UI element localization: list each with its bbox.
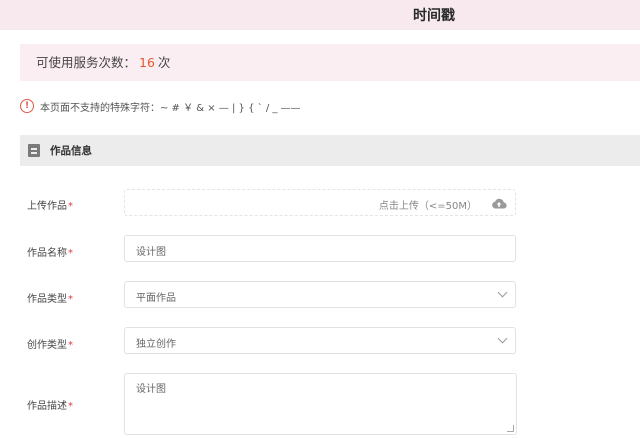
description-textarea[interactable]: 设计图 <box>124 373 517 435</box>
chevron-down-icon <box>497 333 508 344</box>
type-select-value: 平面作品 <box>136 293 176 304</box>
service-count-banner: 可使用服务次数： 16 次 <box>20 44 640 81</box>
creation-type-label: 创作类型* <box>27 340 73 351</box>
special-chars-notice: ! 本页面不支持的特殊字符：~ # ￥ & × — | } { ` / _ —— <box>20 97 301 115</box>
description-textarea-value: 设计图 <box>136 384 166 395</box>
creation-type-select-value: 独立创作 <box>136 339 176 350</box>
description-label: 作品描述* <box>27 401 73 412</box>
upload-hint: 点击上传（<=50M） <box>378 201 477 212</box>
document-icon <box>28 144 40 157</box>
section-title: 作品信息 <box>50 145 92 157</box>
top-bar: 时间戳 <box>0 0 640 30</box>
creation-type-select[interactable]: 独立创作 <box>124 327 516 354</box>
name-label: 作品名称* <box>27 248 73 259</box>
type-select[interactable]: 平面作品 <box>124 281 516 308</box>
info-icon: ! <box>20 99 34 113</box>
resize-handle[interactable] <box>507 425 514 432</box>
name-input[interactable]: 设计图 <box>124 235 516 262</box>
cloud-upload-icon <box>492 198 507 209</box>
service-count-unit: 次 <box>157 55 171 70</box>
notice-text: 本页面不支持的特殊字符：~ # ￥ & × — | } { ` / _ —— <box>40 102 301 114</box>
page-title: 时间戳 <box>413 8 455 24</box>
service-count-label: 可使用服务次数： <box>36 55 137 70</box>
section-header-work-info: 作品信息 <box>20 135 640 166</box>
service-count-value: 16 <box>139 55 155 70</box>
type-label: 作品类型* <box>27 294 73 305</box>
upload-label: 上传作品* <box>27 201 73 212</box>
name-input-value: 设计图 <box>136 247 166 258</box>
chevron-down-icon <box>497 287 508 298</box>
upload-dropzone[interactable]: 点击上传（<=50M） <box>124 189 516 216</box>
